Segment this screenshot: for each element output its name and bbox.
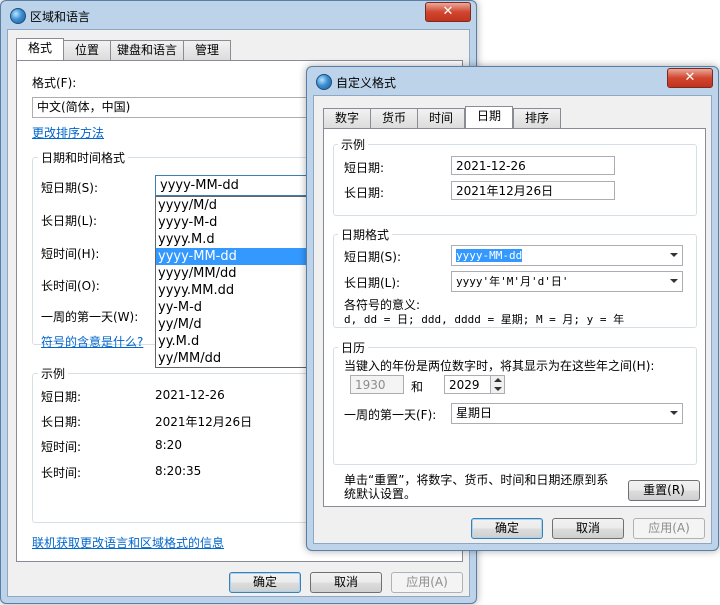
short-date-select-value: yyyy-MM-dd (160, 178, 239, 193)
and-label: 和 (411, 380, 424, 394)
format-select[interactable]: 中文(简体，中国) (32, 97, 352, 118)
globe-icon (10, 8, 26, 24)
custom-title: 自定义格式 (336, 76, 397, 90)
format-label: 格式(F): (32, 76, 77, 90)
custom-first-day-value: 星期日 (456, 406, 493, 420)
date-tab-panel: 示例 短日期: 2021-12-26 长日期: 2021年12月26日 日期格式… (323, 128, 706, 507)
tab-keyboard-language[interactable]: 键盘和语言 (110, 40, 184, 60)
custom-client-area: 数字 货币 时间 日期 排序 示例 短日期: 2021-12-26 长日期: 2… (313, 95, 712, 544)
format-select-value: 中文(简体，中国) (37, 100, 131, 114)
calendar-text: 当键入的年份是两位数字时，将其显示为在这些年之间(H): (344, 359, 655, 373)
custom-example-group-label: 示例 (338, 136, 369, 153)
custom-ok-button[interactable]: 确定 (471, 518, 543, 539)
example-short-date-label: 短日期: (41, 390, 82, 404)
tab-currency[interactable]: 货币 (370, 108, 418, 128)
spin-down-icon[interactable] (494, 387, 502, 391)
example-short-date-value: 2021-12-26 (155, 388, 225, 402)
long-time-label: 长时间(O): (41, 279, 100, 293)
main-titlebar[interactable]: 区域和语言 ✕ (1, 1, 476, 29)
fmt-short-date-combo[interactable]: yyyy-MM-dd (451, 245, 683, 266)
example-long-time-label: 长时间: (41, 466, 82, 480)
main-ok-button[interactable]: 确定 (229, 572, 301, 593)
short-date-label: 短日期(S): (41, 181, 99, 195)
long-date-label: 长日期(L): (41, 214, 98, 228)
custom-format-window: 自定义格式 ✕ 数字 货币 时间 日期 排序 示例 短日期: 2021-12-2… (306, 66, 719, 551)
custom-titlebar[interactable]: 自定义格式 ✕ (307, 67, 718, 95)
tab-sort[interactable]: 排序 (513, 108, 561, 128)
fmt-long-date-value[interactable]: yyyy'年'M'月'd'日' (456, 275, 568, 288)
custom-apply-button[interactable]: 应用(A) (633, 518, 705, 539)
symbols-meaning-link[interactable]: 符号的含意是什么? (41, 333, 143, 350)
custom-globe-icon (316, 74, 332, 90)
year-to-spinner[interactable] (490, 375, 505, 394)
fmt-short-date-label: 短日期(S): (344, 250, 402, 264)
change-sort-link[interactable]: 更改排序方法 (32, 124, 104, 141)
chevron-down-icon[interactable] (670, 411, 678, 415)
tab-time[interactable]: 时间 (417, 108, 465, 128)
main-title: 区域和语言 (30, 10, 91, 24)
reset-text: 单击“重置”，将数字、货币、时间和日期还原到系统默认设置。 (344, 473, 609, 501)
spin-up-icon[interactable] (494, 378, 502, 382)
short-time-label: 短时间(H): (41, 247, 100, 261)
fmt-long-date-combo[interactable]: yyyy'年'M'月'd'日' (451, 271, 683, 292)
reset-button[interactable]: 重置(R) (628, 480, 700, 501)
example-short-time-label: 短时间: (41, 440, 82, 454)
calendar-group-label: 日历 (338, 339, 369, 356)
fmt-short-date-value[interactable]: yyyy-MM-dd (456, 249, 523, 262)
first-day-label: 一周的第一天(W): (41, 310, 139, 324)
custom-cancel-button[interactable]: 取消 (552, 518, 624, 539)
example-long-date-label: 长日期: (41, 415, 82, 429)
tab-admin[interactable]: 管理 (183, 40, 231, 60)
online-info-link[interactable]: 联机获取更改语言和区域格式的信息 (32, 534, 224, 551)
custom-ex-long-label: 长日期: (344, 186, 385, 200)
year-to-input[interactable]: 2029 (444, 375, 492, 394)
custom-ex-short-label: 短日期: (344, 161, 385, 175)
symbols-line: d, dd = 日; ddd, dddd = 星期; M = 月; y = 年 (344, 313, 625, 326)
date-format-group-label: 日期格式 (338, 226, 393, 243)
main-apply-button[interactable]: 应用(A) (391, 572, 463, 593)
tab-location[interactable]: 位置 (63, 40, 111, 60)
tab-date[interactable]: 日期 (465, 106, 513, 128)
custom-example-group (333, 144, 697, 216)
example-long-time-value: 8:20:35 (155, 464, 202, 478)
custom-first-day-combo[interactable]: 星期日 (451, 403, 683, 424)
chevron-down-icon[interactable] (670, 279, 678, 283)
main-cancel-button[interactable]: 取消 (310, 572, 382, 593)
custom-close-button[interactable]: ✕ (667, 68, 713, 88)
custom-ex-long-value: 2021年12月26日 (451, 181, 615, 200)
example-short-time-value: 8:20 (155, 438, 182, 452)
chevron-down-icon[interactable] (670, 253, 678, 257)
tab-format[interactable]: 格式 (16, 38, 64, 60)
custom-first-day-label: 一周的第一天(F): (344, 408, 437, 422)
custom-ex-short-value: 2021-12-26 (451, 156, 615, 175)
example-long-date-value: 2021年12月26日 (155, 415, 253, 429)
example-group-label: 示例 (38, 365, 69, 382)
fmt-long-date-label: 长日期(L): (344, 276, 401, 290)
tab-number[interactable]: 数字 (323, 108, 371, 128)
main-close-button[interactable]: ✕ (425, 2, 471, 22)
year-from-input: 1930 (350, 375, 404, 394)
datetime-format-group-label: 日期和时间格式 (38, 149, 129, 166)
